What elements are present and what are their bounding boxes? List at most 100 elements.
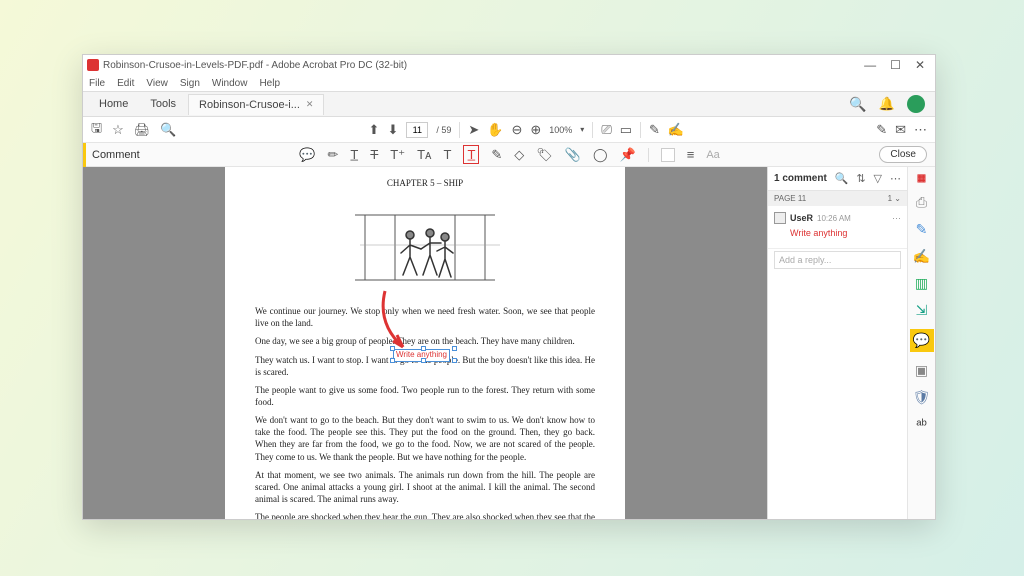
right-tool-rail: ▦ ⎙ ✎ ✍ ▥ ⇲ 💬 ▣ 🛡 ᵃᵇ (907, 167, 935, 519)
comment-item[interactable]: UseR 10:26 AM ⋯ Write anything (768, 206, 907, 249)
comment-user: UseR (790, 213, 813, 223)
quick-toolbar: 🖫 ☆ 🖨 🔍 ⬆ ⬇ / 59 ➤ ✋ ⊖ ⊕ 100% ▾ ⎚ ▭ ✎ ✍ … (83, 117, 935, 143)
search-icon[interactable]: 🔍 (849, 96, 866, 113)
comments-panel: 1 comment 🔍 ⇅ ▽ ⋯ PAGE 11 1 ⌄ UseR 10:26… (767, 167, 907, 519)
menu-view[interactable]: View (146, 78, 168, 89)
comment-page-label: PAGE 11 1 ⌄ (768, 191, 907, 206)
protect-icon[interactable]: 🛡 (913, 389, 931, 406)
page-number-input[interactable] (406, 122, 428, 138)
save-icon[interactable]: 🖫 (91, 119, 102, 141)
tab-tools[interactable]: Tools (140, 94, 186, 114)
compress-icon[interactable]: ⇲ (916, 302, 928, 319)
tab-home[interactable]: Home (89, 94, 138, 114)
comment-type-icon (774, 212, 786, 224)
bell-icon[interactable]: 🔔 (879, 96, 895, 112)
edit-pdf-icon[interactable]: ✎ (916, 221, 928, 238)
zoom-out-icon[interactable]: ⊖ (511, 122, 522, 138)
resize-handle[interactable] (452, 346, 457, 351)
textbox-tool-icon[interactable]: T̲ (463, 145, 479, 164)
export-pdf-icon[interactable]: ⎙ (916, 194, 927, 211)
sort-comments-icon[interactable]: ⇅ (856, 172, 865, 185)
mail-icon[interactable]: ✉ (895, 122, 906, 138)
menu-window[interactable]: Window (212, 78, 248, 89)
shapes-tool-icon[interactable]: ◯ (593, 147, 608, 163)
window-title: Robinson-Crusoe-in-Levels-PDF.pdf - Adob… (103, 60, 407, 71)
minimize-button[interactable]: — (864, 58, 876, 72)
tab-close-icon[interactable]: ✕ (306, 99, 314, 110)
underline-tool-icon[interactable]: T̲ (350, 147, 358, 162)
comment-indicator (83, 143, 86, 167)
pointer-icon[interactable]: ➤ (468, 122, 479, 138)
fit-width-icon[interactable]: ⎚ (601, 122, 611, 138)
reply-input[interactable]: Add a reply... (774, 251, 901, 269)
highlight-icon[interactable]: ✎ (649, 122, 660, 138)
highlight-tool-icon[interactable]: ✏ (327, 147, 338, 163)
app-window: Robinson-Crusoe-in-Levels-PDF.pdf - Adob… (82, 54, 936, 520)
create-pdf-icon[interactable]: ▦ (917, 173, 926, 184)
menu-file[interactable]: File (89, 78, 105, 89)
combine-icon[interactable]: ▣ (915, 362, 928, 379)
text-comment-icon[interactable]: T (443, 147, 451, 162)
resize-handle[interactable] (452, 358, 457, 363)
zoom-dropdown-icon[interactable]: ▾ (580, 125, 584, 134)
zoom-level[interactable]: 100% (549, 125, 572, 135)
resize-handle[interactable] (421, 358, 426, 363)
comment-text: Write anything (790, 228, 901, 238)
avatar[interactable] (907, 95, 925, 113)
comment-count: 1 comment (774, 173, 827, 184)
paragraph: The people are shocked when they hear th… (255, 511, 595, 519)
sign-icon[interactable]: ✍ (668, 122, 684, 138)
chapter-title: CHAPTER 5 – SHIP (255, 177, 595, 189)
menu-help[interactable]: Help (259, 78, 280, 89)
page-down-icon[interactable]: ⬇ (387, 122, 398, 138)
menu-sign[interactable]: Sign (180, 78, 200, 89)
search-tool-icon[interactable]: 🔍 (160, 122, 176, 138)
maximize-button[interactable]: ☐ (890, 58, 901, 72)
redact-icon[interactable]: ᵃᵇ (916, 416, 927, 432)
stamp-tool-icon[interactable]: 🏷 (536, 147, 553, 163)
more-icon[interactable]: ⋯ (914, 122, 927, 138)
title-bar: Robinson-Crusoe-in-Levels-PDF.pdf - Adob… (83, 55, 935, 75)
zoom-in-icon[interactable]: ⊕ (530, 122, 541, 138)
comment-label: Comment (92, 149, 140, 161)
replace-text-icon[interactable]: T⁺ (390, 147, 405, 163)
insert-text-icon[interactable]: Tᴀ (417, 147, 431, 162)
document-area[interactable]: CHAPTER 5 – SHIP We continue our jou (83, 167, 767, 519)
organize-icon[interactable]: ▥ (915, 275, 928, 292)
menu-edit[interactable]: Edit (117, 78, 134, 89)
pin-tool-icon[interactable]: 📌 (620, 147, 636, 163)
resize-handle[interactable] (390, 346, 395, 351)
strikethrough-tool-icon[interactable]: T (370, 147, 378, 162)
tab-document[interactable]: Robinson-Crusoe-i... ✕ (188, 94, 324, 115)
comment-toolbar: Comment 💬 ✏ T̲ T T⁺ Tᴀ T T̲ ✎ ◇ 🏷 📎 ◯ 📌 … (83, 143, 935, 167)
hand-icon[interactable]: ✋ (487, 122, 503, 138)
app-icon (87, 59, 99, 71)
filter-comments-icon[interactable]: ▽ (874, 172, 882, 185)
close-comment-bar-button[interactable]: Close (879, 146, 927, 163)
chapter-illustration (345, 195, 505, 295)
comment-menu-icon[interactable]: ⋯ (892, 213, 901, 224)
line-weight-icon[interactable]: ≡ (687, 147, 695, 162)
share-icon[interactable]: ✎ (876, 122, 887, 138)
text-color-swatch[interactable] (661, 148, 675, 162)
paragraph: We continue our journey. We stop only wh… (255, 305, 595, 329)
sign-pdf-icon[interactable]: ✍ (913, 248, 930, 265)
eraser-tool-icon[interactable]: ◇ (514, 147, 524, 163)
paragraph: At that moment, we see two animals. The … (255, 469, 595, 505)
attach-tool-icon[interactable]: 📎 (565, 147, 581, 163)
comment-rail-icon[interactable]: 💬 (910, 329, 934, 352)
resize-handle[interactable] (421, 346, 426, 351)
sticky-note-icon[interactable]: 💬 (299, 147, 315, 163)
font-icon[interactable]: Aa (706, 149, 719, 161)
resize-handle[interactable] (390, 358, 395, 363)
paragraph: The people want to give us some food. Tw… (255, 384, 595, 408)
pencil-tool-icon[interactable]: ✎ (491, 147, 502, 163)
star-icon[interactable]: ☆ (112, 122, 124, 138)
comments-menu-icon[interactable]: ⋯ (890, 172, 901, 185)
fit-page-icon[interactable]: ▭ (620, 122, 632, 138)
close-window-button[interactable]: ✕ (915, 58, 925, 72)
search-comments-icon[interactable]: 🔍 (835, 172, 849, 185)
print-icon[interactable]: 🖨 (134, 122, 151, 138)
page-up-icon[interactable]: ⬆ (369, 122, 380, 138)
comment-time: 10:26 AM (817, 214, 851, 223)
